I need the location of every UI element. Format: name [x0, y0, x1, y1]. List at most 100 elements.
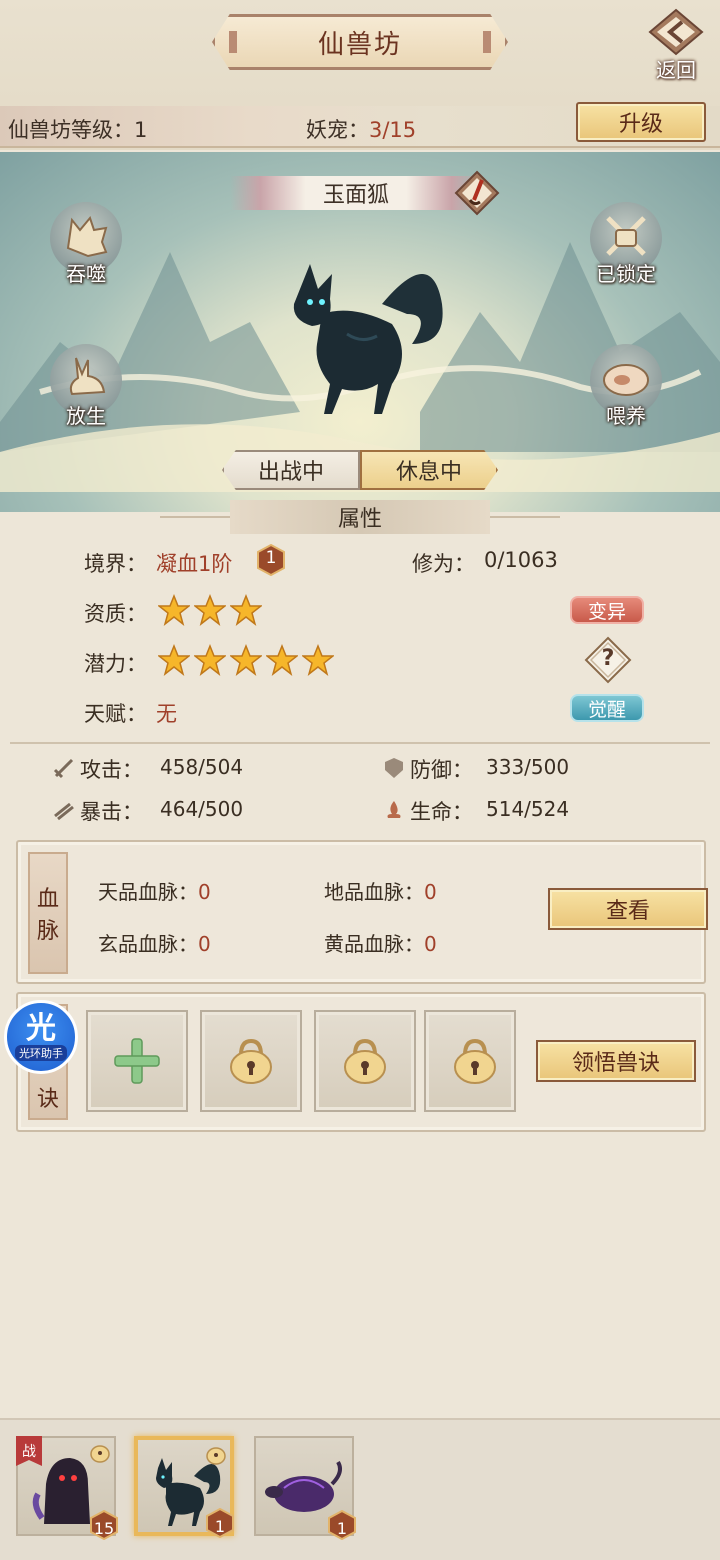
- skill-slot-locked[interactable]: [200, 1010, 302, 1112]
- skill-slot-locked[interactable]: [424, 1010, 516, 1112]
- workshop-level-value: 1: [134, 118, 148, 142]
- star-icon: [302, 644, 334, 676]
- realm-label: 境界：: [84, 552, 147, 576]
- feed-button[interactable]: 喂养: [586, 344, 666, 432]
- heaven-bloodline: 天品血脉：0: [98, 876, 211, 905]
- pet-level: 1: [214, 1517, 226, 1536]
- life-value: 514/524: [486, 797, 570, 821]
- star-icon: [230, 594, 262, 626]
- wolf-head-icon: [66, 215, 108, 258]
- lock-icon: [206, 1447, 226, 1465]
- star-icon: [194, 594, 226, 626]
- defense-shield-icon: [385, 758, 403, 778]
- crit-value: 464/500: [160, 797, 244, 821]
- realm-value: 凝血1阶: [156, 552, 233, 576]
- devour-label: 吞噬: [66, 262, 106, 286]
- defense-value: 333/500: [486, 755, 570, 779]
- help-glyph: ?: [601, 646, 615, 671]
- mystic-bloodline: 玄品血脉：0: [98, 928, 211, 957]
- beast-skill-panel: 诀 领悟兽诀: [16, 992, 706, 1132]
- life-flame-icon: [387, 801, 401, 818]
- header-ornament-left: [160, 516, 230, 518]
- star-icon: [158, 594, 190, 626]
- back-label: 返回: [656, 58, 696, 82]
- defense-label: 防御：: [410, 758, 473, 782]
- assistant-badge-label: 光环助手: [15, 1045, 67, 1061]
- assistant-overlay-badge[interactable]: 光 光环助手: [4, 1000, 78, 1074]
- mutate-button[interactable]: 变异: [570, 596, 644, 624]
- aptitude-stars: [158, 594, 262, 626]
- help-button[interactable]: ?: [584, 636, 632, 684]
- talent-value: 无: [156, 702, 177, 726]
- pet-count: 妖宠：3/15: [306, 114, 416, 144]
- tab-in-battle[interactable]: 出战中: [222, 450, 360, 490]
- attributes-section: 属性 境界： 凝血1阶 1 修为： 0/1063 资质： 变异 潜力： ? 天赋…: [0, 496, 720, 834]
- skill-slot-add[interactable]: [86, 1010, 188, 1112]
- life-label: 生命：: [410, 800, 473, 824]
- attack-value: 458/504: [160, 755, 244, 779]
- lock-icon: [344, 1038, 386, 1084]
- back-button[interactable]: 返回: [638, 4, 714, 82]
- realm-badge-number: 1: [265, 548, 277, 568]
- attack-label: 攻击：: [80, 758, 143, 782]
- lock-icon: [90, 1445, 110, 1463]
- star-icon: [158, 644, 190, 676]
- workshop-level-label: 仙兽坊等级：: [8, 118, 134, 142]
- realm-tier-badge: 1: [256, 544, 286, 576]
- potential-stars: [158, 644, 334, 676]
- rename-brush-icon[interactable]: [454, 170, 500, 216]
- view-bloodline-button[interactable]: 查看: [548, 888, 708, 930]
- attack-sword-icon: [53, 758, 74, 779]
- release-label: 放生: [66, 404, 106, 428]
- earth-bloodline-value: 0: [424, 880, 437, 904]
- skill-slot-locked[interactable]: [314, 1010, 416, 1112]
- release-button[interactable]: 放生: [46, 344, 126, 432]
- rabbit-icon: [69, 357, 106, 396]
- mystic-bloodline-value: 0: [198, 932, 211, 956]
- jade-face-fox-art: [293, 264, 443, 414]
- skill-tag-char: 诀: [36, 1087, 59, 1112]
- bloodline-tag-char-2: 脉: [36, 919, 59, 944]
- lock-icon: [454, 1038, 496, 1084]
- star-icon: [230, 644, 262, 676]
- heaven-bloodline-label: 天品血脉：: [98, 880, 198, 904]
- tab-resting[interactable]: 休息中: [360, 450, 498, 490]
- lock-button[interactable]: 已锁定: [586, 202, 666, 290]
- cultivation-label: 修为：: [412, 552, 475, 576]
- pet-card-fox[interactable]: 1: [134, 1436, 234, 1538]
- yellow-bloodline-label: 黄品血脉：: [324, 932, 424, 956]
- aptitude-label: 资质：: [84, 602, 147, 626]
- potential-label: 潜力：: [84, 652, 147, 676]
- earth-bloodline-label: 地品血脉：: [324, 880, 424, 904]
- locked-label: 已锁定: [596, 262, 656, 286]
- back-arrow-icon: [648, 8, 704, 56]
- earth-bloodline: 地品血脉：0: [324, 876, 437, 905]
- yellow-bloodline-value: 0: [424, 932, 437, 956]
- pet-level: 1: [336, 1519, 348, 1538]
- bloodline-tag: 血 脉: [28, 852, 68, 974]
- upgrade-button[interactable]: 升级: [576, 102, 706, 142]
- attributes-divider: [10, 742, 710, 744]
- crit-blades-icon: [54, 802, 74, 821]
- lock-icon: [230, 1038, 272, 1084]
- feed-label: 喂养: [606, 404, 646, 428]
- awaken-button[interactable]: 觉醒: [570, 694, 644, 722]
- pet-name: 玉面狐: [230, 176, 482, 210]
- star-icon: [266, 644, 298, 676]
- crossed-swords-lock-icon: [606, 216, 646, 256]
- pet-level: 15: [93, 1519, 115, 1538]
- bloodline-panel: 血 脉 天品血脉：0 地品血脉：0 玄品血脉：0 黄品血脉：0 查看: [16, 840, 708, 984]
- cultivation-value: 0/1063: [484, 548, 558, 572]
- devour-button[interactable]: 吞噬: [46, 202, 126, 290]
- meat-icon: [603, 364, 649, 396]
- workshop-level: 仙兽坊等级：1: [8, 114, 147, 144]
- header-ornament-right: [490, 516, 560, 518]
- heaven-bloodline-value: 0: [198, 880, 211, 904]
- pet-card-turtle[interactable]: 1: [254, 1436, 356, 1540]
- pet-list-bar: 战 15 1 1: [0, 1418, 720, 1560]
- learn-beast-skill-button[interactable]: 领悟兽诀: [536, 1040, 696, 1082]
- pet-count-value: 3/15: [369, 118, 417, 142]
- bloodline-tag-char-1: 血: [36, 887, 59, 912]
- page-title: 仙兽坊: [212, 14, 508, 70]
- pet-card-demon[interactable]: 战 15: [16, 1436, 118, 1540]
